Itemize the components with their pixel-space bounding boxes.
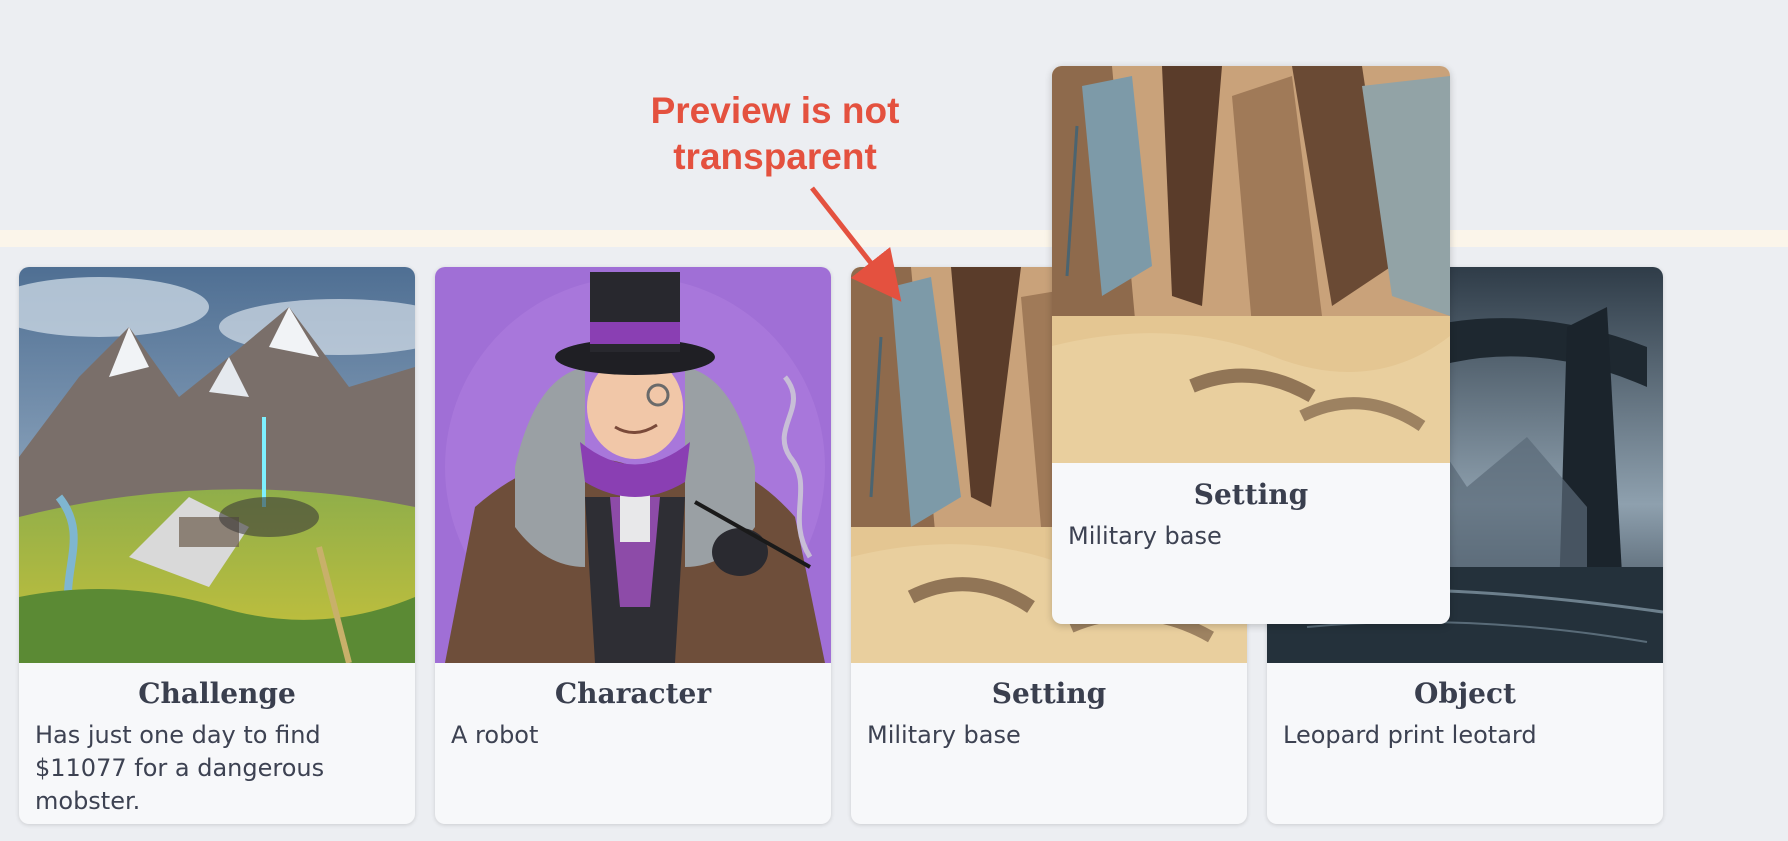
card-description: Military base — [867, 721, 1021, 749]
card-title: Object — [1414, 677, 1516, 710]
card-challenge[interactable]: Challenge Has just one day to find $1107… — [19, 267, 415, 824]
preview-title: Setting — [1193, 478, 1309, 511]
annotation-line-2: transparent — [673, 136, 877, 177]
preview-image-desert-ruins — [1052, 66, 1450, 463]
preview-description: Military base — [1068, 522, 1222, 550]
card-title: Character — [554, 677, 712, 710]
card-description: A robot — [451, 721, 539, 749]
card-image-gentleman — [435, 267, 831, 663]
card-description: Has just one day to find $11077 for a da… — [35, 721, 325, 815]
card-title: Challenge — [138, 677, 296, 710]
annotation-line-1: Preview is not — [650, 90, 900, 131]
card-title: Setting — [991, 677, 1107, 710]
card-preview-setting: Setting Military base — [1052, 66, 1450, 624]
annotation-text: Preview is not transparent — [640, 88, 910, 180]
card-description: Leopard print leotard — [1283, 721, 1537, 749]
header-divider-stripe — [0, 230, 1788, 247]
card-character[interactable]: Character A robot — [435, 267, 831, 824]
card-image-mountain — [19, 267, 415, 663]
